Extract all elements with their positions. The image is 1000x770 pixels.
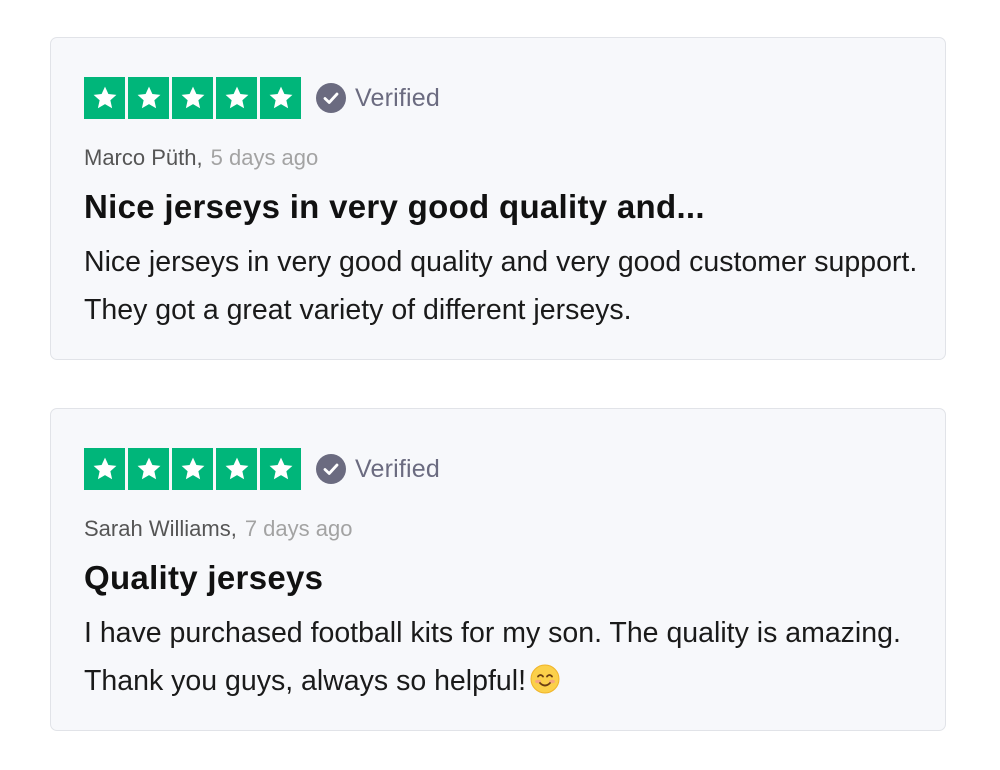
star-icon: [84, 448, 125, 490]
verified-badge: Verified: [316, 454, 440, 484]
star-icon: [260, 77, 301, 119]
star-rating: [84, 448, 301, 490]
review-meta: Marco Püth, 5 days ago: [84, 144, 318, 172]
star-icon: [260, 448, 301, 490]
review-body: I have purchased football kits for my so…: [84, 609, 924, 709]
check-circle-icon: [316, 454, 346, 484]
author-name[interactable]: Sarah Williams: [84, 516, 231, 541]
meta-separator: ,: [196, 145, 203, 170]
verified-label: Verified: [355, 83, 440, 112]
rating-row: Verified: [84, 448, 440, 490]
star-icon: [216, 77, 257, 119]
star-rating: [84, 77, 301, 119]
verified-label: Verified: [355, 454, 440, 483]
rating-row: Verified: [84, 77, 440, 119]
verified-badge: Verified: [316, 83, 440, 113]
review-card: Verified Sarah Williams, 7 days ago Quali…: [50, 408, 946, 731]
star-icon: [172, 448, 213, 490]
meta-separator: ,: [230, 516, 237, 541]
review-body-text: Nice jerseys in very good quality and ve…: [84, 246, 918, 326]
review-title[interactable]: Quality jerseys: [84, 559, 323, 597]
author-name[interactable]: Marco Püth: [84, 145, 197, 170]
review-title[interactable]: Nice jerseys in very good quality and...: [84, 188, 705, 226]
star-icon: [216, 448, 257, 490]
star-icon: [172, 77, 213, 119]
review-body-text: I have purchased football kits for my so…: [84, 617, 901, 697]
review-list: Verified Marco Püth, 5 days ago Nice jers…: [0, 0, 1000, 770]
star-icon: [128, 77, 169, 119]
star-icon: [128, 448, 169, 490]
review-date: 7 days ago: [244, 516, 353, 541]
review-body: Nice jerseys in very good quality and ve…: [84, 238, 924, 334]
star-icon: [84, 77, 125, 119]
review-meta: Sarah Williams, 7 days ago: [84, 515, 352, 543]
smiling-face-emoji: [530, 661, 560, 709]
check-circle-icon: [316, 83, 346, 113]
review-date: 5 days ago: [210, 145, 319, 170]
review-card: Verified Marco Püth, 5 days ago Nice jers…: [50, 37, 946, 360]
